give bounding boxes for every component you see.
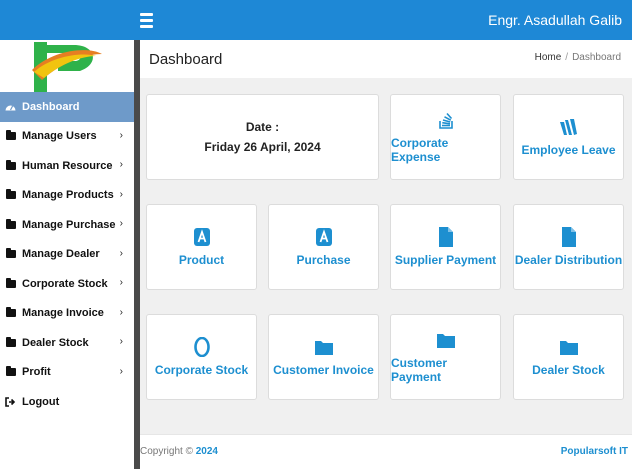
card-label: Customer Invoice (273, 363, 374, 377)
sidebar-item-label: Logout (22, 395, 60, 408)
chevron-right-icon: › (119, 247, 123, 259)
app-store-icon (315, 227, 332, 247)
file-icon (561, 227, 576, 247)
wallet-icon (559, 117, 579, 137)
sidebar: Dashboard Manage Users › Human Resource … (0, 40, 134, 469)
folder-icon (436, 330, 455, 350)
dealer-stock-card[interactable]: Dealer Stock (513, 314, 624, 400)
sidebar-item-manage-dealer[interactable]: Manage Dealer › (0, 240, 134, 270)
menu-toggle-icon[interactable] (140, 13, 153, 28)
corporate-stock-card[interactable]: Corporate Stock (146, 314, 257, 400)
sidebar-menu: Dashboard Manage Users › Human Resource … (0, 92, 134, 417)
card-label: Dealer Distribution (514, 253, 623, 267)
breadcrumb-separator: / (565, 52, 569, 63)
customer-invoice-card[interactable]: Customer Invoice (268, 314, 379, 400)
top-navbar: Engr. Asadullah Galib (0, 0, 632, 40)
sidebar-item-human-resource[interactable]: Human Resource › (0, 151, 134, 181)
product-card[interactable]: Product (146, 204, 257, 290)
sidebar-item-profit[interactable]: Profit › (0, 358, 134, 388)
company-logo (32, 42, 102, 92)
card-label: Supplier Payment (394, 253, 497, 267)
date-card: Date : Friday 26 April, 2024 (146, 94, 379, 180)
folder-icon (559, 337, 578, 357)
card-label: Corporate Stock (154, 363, 249, 377)
card-label: Customer Payment (391, 356, 448, 384)
corporate-expense-card[interactable]: Corporate Expense (390, 94, 501, 180)
folder-icon (5, 307, 16, 318)
chevron-right-icon: › (119, 277, 123, 288)
chevron-right-icon: › (119, 129, 123, 141)
folder-icon (5, 277, 16, 289)
folder-icon (5, 218, 16, 230)
card-label: Product (178, 253, 225, 267)
dashboard-icon (5, 102, 16, 112)
chevron-right-icon: › (119, 188, 123, 200)
sidebar-item-manage-purchase[interactable]: Manage Purchase › (0, 210, 134, 240)
supplier-payment-card[interactable]: Supplier Payment (390, 204, 501, 290)
dealer-distribution-card[interactable]: Dealer Distribution (513, 204, 624, 290)
folder-icon (5, 248, 16, 259)
sidebar-item-logout[interactable]: Logout (0, 387, 134, 417)
sidebar-item-label: Manage Users (22, 130, 97, 143)
app-store-icon (193, 227, 210, 247)
main-content: Dashboard Home / Dashboard Date : Friday 2… (140, 40, 632, 469)
folder-icon (5, 189, 16, 200)
footer: Copyright © 2024 Popularsoft IT (140, 434, 632, 469)
customer-payment-card[interactable]: Customer Payment (390, 314, 501, 400)
sidebar-item-dashboard[interactable]: Dashboard (0, 92, 134, 122)
card-label: Dealer Stock (532, 363, 605, 377)
card-label: Employee Leave (521, 143, 616, 157)
logout-icon (5, 396, 16, 407)
chevron-right-icon: › (119, 218, 123, 229)
sidebar-item-dealer-stock[interactable]: Dealer Stock › (0, 328, 134, 358)
date-label: Date : (245, 120, 280, 134)
breadcrumb-current: Dashboard (572, 52, 621, 63)
folder-icon (5, 336, 16, 348)
folder-icon (5, 159, 16, 171)
page-title: Dashboard (149, 51, 223, 68)
user-name[interactable]: Engr. Asadullah Galib (488, 12, 622, 28)
card-label: Corporate Expense (391, 136, 449, 164)
folder-icon (5, 130, 16, 141)
date-value: Friday 26 April, 2024 (204, 140, 321, 154)
copyright-prefix: Copyright © (140, 446, 193, 457)
breadcrumb: Home / Dashboard (535, 52, 621, 63)
chevron-right-icon: › (119, 336, 123, 347)
chevron-right-icon: › (119, 365, 123, 377)
sidebar-item-label: Human Resource (22, 159, 113, 172)
folder-icon (314, 337, 333, 357)
sidebar-item-corporate-stock[interactable]: Corporate Stock › (0, 269, 134, 299)
card-label: Purchase (296, 253, 351, 267)
folder-icon (5, 366, 16, 377)
file-icon (438, 227, 453, 247)
sidebar-item-label: Manage Purchase (22, 218, 116, 231)
sidebar-item-label: Manage Products (22, 189, 114, 202)
sidebar-item-manage-users[interactable]: Manage Users › (0, 122, 134, 152)
opera-icon (193, 337, 210, 357)
sidebar-item-label: Manage Invoice (22, 307, 104, 320)
copyright-text: Copyright © 2024 (140, 446, 218, 457)
sidebar-item-label: Profit (22, 366, 51, 379)
purchase-card[interactable]: Purchase (268, 204, 379, 290)
company-name[interactable]: Popularsoft IT (561, 446, 628, 457)
sidebar-item-label: Dealer Stock (22, 336, 89, 349)
chevron-right-icon: › (119, 306, 123, 318)
breadcrumb-home-link[interactable]: Home (535, 52, 562, 63)
sidebar-item-label: Corporate Stock (22, 277, 108, 290)
content-header: Dashboard Home / Dashboard (140, 40, 632, 78)
copyright-year: 2024 (195, 446, 218, 457)
sidebar-item-label: Manage Dealer (22, 248, 100, 261)
chevron-right-icon: › (119, 159, 123, 170)
sidebar-item-manage-invoice[interactable]: Manage Invoice › (0, 299, 134, 329)
sidebar-item-label: Dashboard (22, 100, 80, 113)
sidebar-item-manage-products[interactable]: Manage Products › (0, 181, 134, 211)
stack-overflow-icon (438, 110, 454, 130)
employee-leave-card[interactable]: Employee Leave (513, 94, 624, 180)
